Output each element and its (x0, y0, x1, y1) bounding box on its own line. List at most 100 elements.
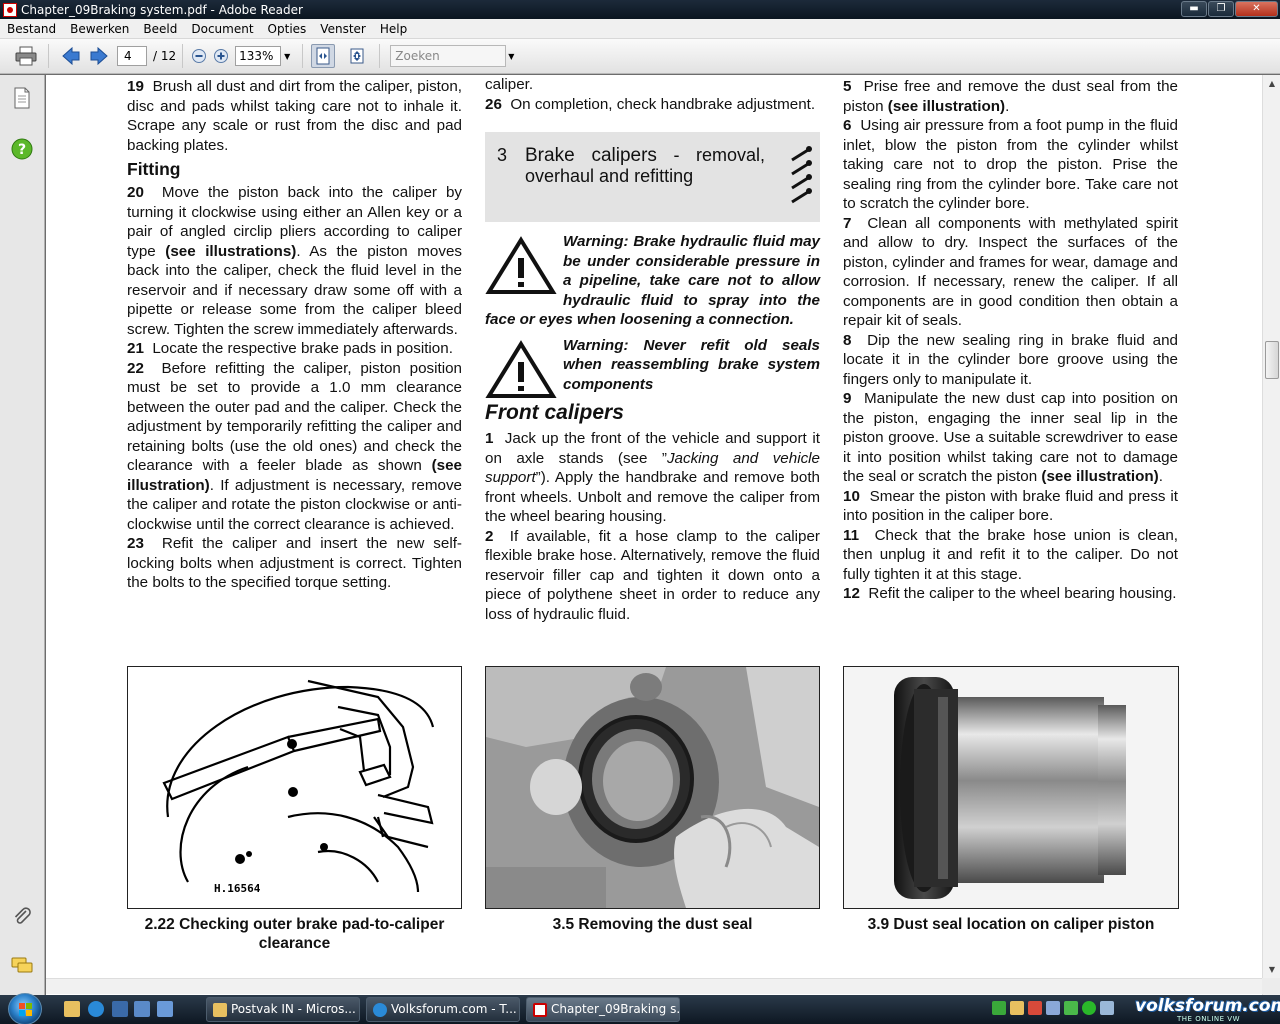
scroll-up-icon[interactable]: ▲ (1263, 75, 1280, 92)
menu-document[interactable]: Document (184, 22, 260, 36)
figure-3-9 (843, 666, 1179, 909)
tray-icon-sync[interactable] (1082, 1001, 1096, 1015)
paragraph-26: 26 On completion, check handbrake adjust… (485, 95, 816, 113)
task-volksforum[interactable]: Volksforum.com - T... (366, 997, 520, 1022)
svg-text:?: ? (18, 142, 26, 158)
section-title: Brake calipers - removal, overhaul and r… (525, 145, 765, 186)
paragraph-22: 22 Before refitting the caliper, piston … (127, 359, 462, 533)
paragraph-cont: caliper. (485, 76, 534, 93)
comments-panel-button[interactable] (11, 955, 33, 977)
menu-venster[interactable]: Venster (313, 22, 373, 36)
attachments-panel-button[interactable] (11, 905, 33, 927)
fit-page-icon (350, 48, 364, 64)
pages-panel-button[interactable] (11, 87, 33, 109)
paperclip-icon (14, 907, 31, 924)
menu-bestand[interactable]: Bestand (0, 22, 63, 36)
warning-triangle-icon (485, 236, 557, 294)
page-total: / 12 (153, 49, 177, 63)
document-page[interactable]: 19 Brush all dust and dirt from the cali… (46, 75, 1262, 995)
figure-3-5 (485, 666, 820, 909)
paragraph-7: 7 Clean all components with methylated s… (843, 214, 1178, 330)
window-title: Chapter_09Braking system.pdf - Adobe Rea… (21, 2, 303, 17)
tray-icon-volume[interactable] (1100, 1001, 1114, 1015)
help-panel-button[interactable]: ? (11, 138, 33, 160)
menu-bar: Bestand Bewerken Beeld Document Opties V… (0, 19, 1280, 39)
next-page-button[interactable] (87, 44, 111, 68)
toolbar-separator (302, 44, 304, 68)
paragraph-2: 2 If available, fit a hose clamp to the … (485, 527, 820, 623)
navigation-pane: ? (0, 75, 45, 995)
tray-icon-network[interactable] (1046, 1001, 1060, 1015)
help-icon: ? (11, 138, 33, 160)
scroll-thumb[interactable] (1265, 341, 1279, 379)
adobe-reader-icon (533, 1003, 547, 1017)
quicklaunch-desktop-icon[interactable] (134, 1001, 150, 1017)
vertical-scrollbar[interactable]: ▲ ▼ (1262, 75, 1280, 995)
quicklaunch-app-icon[interactable] (112, 1001, 128, 1017)
menu-help[interactable]: Help (373, 22, 414, 36)
volksforum-watermark: volksforum.com THE ONLINE VW COMMUNITY (1125, 996, 1280, 1024)
tray-icon-h[interactable] (992, 1001, 1006, 1015)
zoom-in-button[interactable] (211, 44, 231, 68)
search-dropdown-icon[interactable]: ▼ (508, 52, 514, 61)
minimize-button[interactable]: ▬ (1181, 1, 1207, 17)
zoom-out-button[interactable] (189, 44, 209, 68)
tray-icon-people[interactable] (1064, 1001, 1078, 1015)
paragraph-6: 6 Using air pressure from a foot pump in… (843, 117, 1178, 212)
menu-bewerken[interactable]: Bewerken (63, 22, 136, 36)
paragraph-8: 8 Dip the new sealing ring in brake flui… (843, 331, 1178, 388)
menu-beeld[interactable]: Beeld (136, 22, 184, 36)
print-button[interactable] (14, 44, 38, 68)
search-input[interactable]: Zoeken (390, 45, 507, 67)
paragraph-10: 10 Smear the piston with brake fluid and… (843, 487, 1178, 525)
paragraph-19: 19 Brush all dust and dirt from the cali… (127, 78, 462, 154)
paragraph-11: 11 Check that the brake hose union is cl… (843, 526, 1178, 583)
figure-label: H.16564 (214, 882, 261, 895)
task-adobe-reader[interactable]: Chapter_09Braking s... (526, 997, 680, 1022)
horizontal-scrollbar[interactable] (46, 978, 1262, 994)
quicklaunch-outlook-icon[interactable] (64, 1001, 80, 1017)
fit-page-button[interactable] (345, 44, 369, 68)
task-outlook[interactable]: Postvak IN - Micros... (206, 997, 360, 1022)
watermark-tagline: THE ONLINE VW COMMUNITY (1177, 1015, 1240, 1024)
quicklaunch-switch-icon[interactable] (157, 1001, 173, 1017)
scrollbar-corner (1262, 978, 1280, 994)
warning-old-seals: Warning: Never refit old seals when reas… (485, 336, 820, 398)
toolbar: 4 / 12 133% ▼ Zoeken ▼ (0, 39, 1280, 74)
maximize-button[interactable]: ❐ (1208, 1, 1234, 17)
caliper-drawing: H.16564 (162, 679, 435, 895)
arrow-left-icon (62, 47, 80, 65)
section-number: 3 (497, 145, 508, 165)
caption-2-22: 2.22 Checking outer brake pad-to-caliper… (144, 916, 445, 952)
start-button[interactable] (8, 993, 42, 1024)
tray-icon-messenger[interactable] (1010, 1001, 1024, 1015)
text-column-1: 19 Brush all dust and dirt from the cali… (127, 77, 462, 593)
menu-opties[interactable]: Opties (261, 22, 314, 36)
toolbar-separator (379, 44, 381, 68)
paragraph-5: 5 Prise free and remove the dust seal fr… (843, 78, 1178, 115)
page-number-input[interactable]: 4 (117, 46, 147, 66)
previous-page-button[interactable] (59, 44, 83, 68)
arrow-right-icon (90, 47, 108, 65)
chevron-down-icon[interactable]: ▼ (284, 52, 290, 61)
text-column-3: 5 Prise free and remove the dust seal fr… (843, 77, 1178, 604)
internet-explorer-icon (373, 1003, 387, 1017)
subheading-fitting: Fitting (127, 159, 181, 179)
scroll-down-icon[interactable]: ▼ (1263, 961, 1280, 978)
zoom-in-icon (214, 49, 229, 63)
wrench-difficulty-icon (791, 146, 812, 204)
comments-icon (11, 957, 33, 973)
close-button[interactable]: ✕ (1235, 1, 1278, 17)
toolbar-separator (48, 44, 49, 68)
paragraph-1: 1 Jack up the front of the vehicle and s… (485, 430, 820, 525)
adobe-reader-icon (3, 2, 17, 17)
fit-width-button[interactable] (311, 44, 336, 68)
paragraph-21: 21 Locate the respective brake pads in p… (127, 340, 453, 357)
tray-icon-security[interactable] (1028, 1001, 1042, 1015)
title-bar: Chapter_09Braking system.pdf - Adobe Rea… (0, 0, 1280, 19)
zoom-level-select[interactable]: 133% (235, 46, 282, 66)
heading-front-calipers: Front calipers (485, 401, 624, 424)
quicklaunch-ie-icon[interactable] (88, 1001, 104, 1017)
outlook-icon (213, 1003, 227, 1017)
warning-triangle-icon (485, 339, 557, 398)
